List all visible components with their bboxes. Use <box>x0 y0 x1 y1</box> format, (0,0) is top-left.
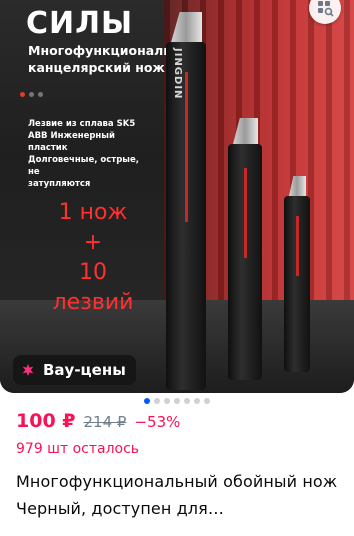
burst-star-icon <box>21 363 35 377</box>
knife-large: JINGDIN <box>166 12 206 390</box>
image-decor-dots <box>20 92 43 97</box>
image-feature-line: Лезвие из сплава SK5 <box>28 119 136 129</box>
image-subtitle-line: Многофункциональный <box>28 43 200 58</box>
stock-remaining: 979 шт осталось <box>16 441 140 457</box>
image-promo-line: + <box>83 230 103 255</box>
similar-search-icon <box>318 1 334 17</box>
image-subtitle-line: канцелярский нож <box>28 60 165 75</box>
discount-percent: −53% <box>134 413 181 431</box>
badge-label: Вау-цены <box>43 361 126 379</box>
price-row: 100 ₽ 214 ₽ −53% <box>16 410 180 432</box>
carousel-dot[interactable] <box>194 398 200 404</box>
image-feature-line: затупляются <box>28 179 91 189</box>
image-headline: СИЛЫ <box>26 6 134 41</box>
knife-small <box>284 176 310 372</box>
carousel-dot[interactable] <box>184 398 190 404</box>
image-promo: 1 нож + 10 лезвий <box>38 198 148 318</box>
carousel-dot[interactable] <box>204 398 210 404</box>
product-image[interactable]: СИЛЫ Многофункциональный канцелярский но… <box>0 0 354 393</box>
image-feature-line: Долговечные, острые, не <box>28 155 139 177</box>
wow-price-badge: Вау-цены <box>13 355 136 385</box>
image-subtitle: Многофункциональный канцелярский нож <box>28 42 200 76</box>
carousel-dot[interactable] <box>144 398 150 404</box>
knife-brand-label: JINGDIN <box>172 48 183 100</box>
carousel-dot[interactable] <box>154 398 160 404</box>
image-feature-line: ABB Инженерный пластик <box>28 131 115 153</box>
old-price: 214 ₽ <box>83 413 127 431</box>
image-features: Лезвие из сплава SK5 ABB Инженерный плас… <box>28 118 146 190</box>
knife-medium <box>228 118 262 380</box>
carousel-dot[interactable] <box>164 398 170 404</box>
product-card[interactable]: СИЛЫ Многофункциональный канцелярский но… <box>0 0 354 536</box>
image-carousel-dots <box>0 398 354 404</box>
carousel-dot[interactable] <box>174 398 180 404</box>
image-promo-line: 1 нож <box>58 200 128 225</box>
product-title[interactable]: Многофункциональный обойный нож Черный, … <box>16 468 346 522</box>
current-price: 100 ₽ <box>16 410 76 432</box>
image-promo-line: 10 лезвий <box>52 260 134 315</box>
